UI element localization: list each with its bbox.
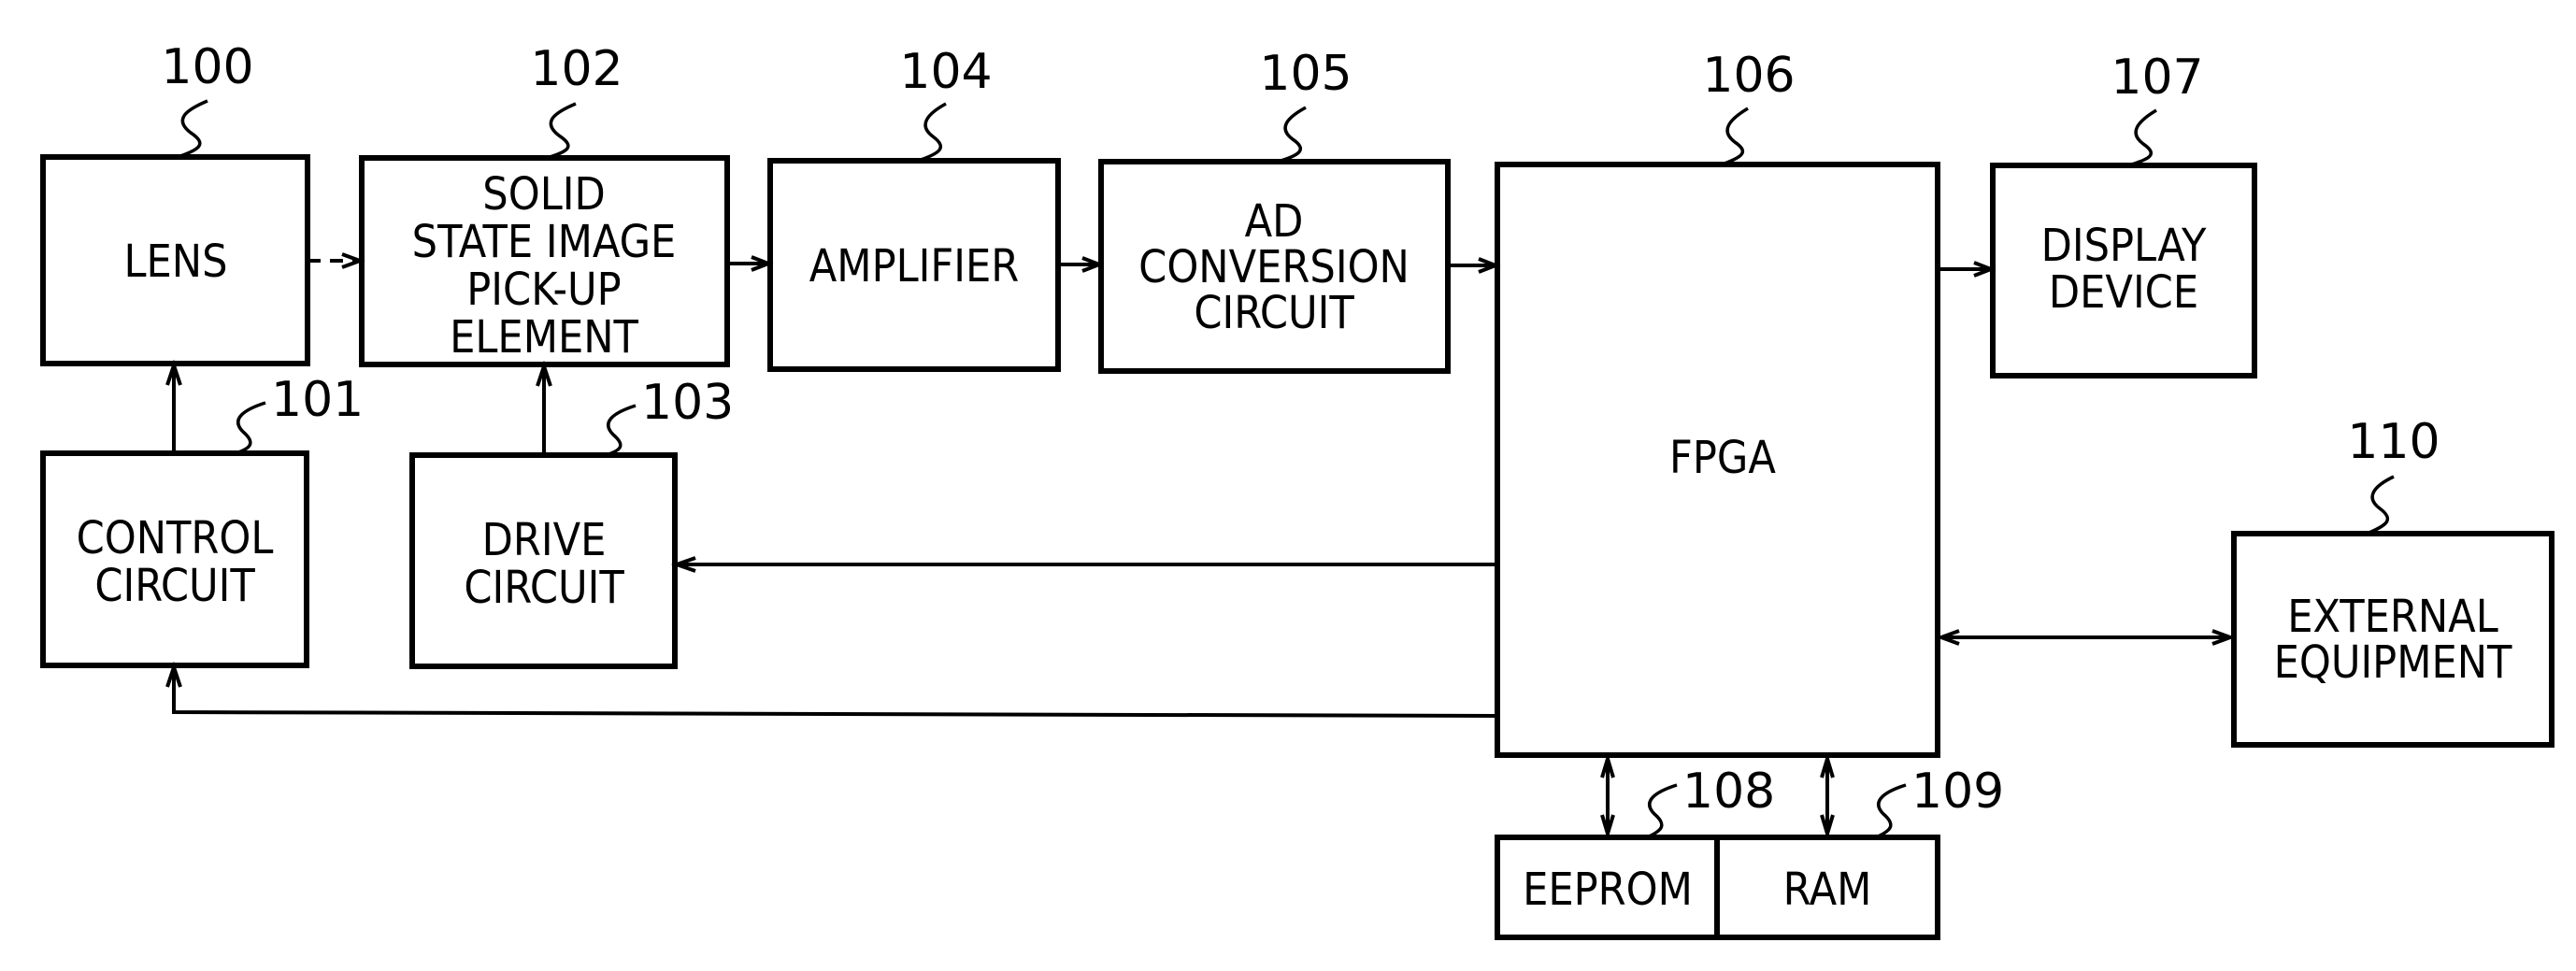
arrow-drive-to-sensor: [536, 360, 552, 455]
lens-label: LENS: [123, 236, 227, 288]
fpga-label: FPGA: [1669, 432, 1776, 484]
arrow-lens-to-sensor: [308, 252, 365, 269]
arrow-fpga-ram-bidirectional: [1820, 752, 1835, 840]
leader-squiggle: [235, 401, 266, 455]
display-label-line: DEVICE: [2049, 266, 2198, 319]
ref-104: 104: [899, 44, 993, 163]
ref-102: 102: [530, 41, 623, 160]
eeprom-label: EEPROM: [1523, 864, 1693, 916]
sensor-label-line: ELEMENT: [450, 311, 638, 364]
control-label-line: CIRCUIT: [94, 560, 255, 612]
ref-108: 108: [1646, 764, 1775, 839]
ref-100: 100: [161, 39, 254, 159]
ref-number: 100: [161, 39, 253, 95]
leader-squiggle: [917, 102, 947, 163]
external-label-line: EQUIPMENT: [2274, 636, 2512, 689]
ref-106: 106: [1702, 48, 1796, 166]
ref-number: 109: [1911, 764, 2004, 820]
ref-number: 102: [530, 41, 623, 97]
leader-squiggle: [177, 99, 208, 159]
fpga-label-line: FPGA: [1669, 432, 1776, 484]
block-diagram: LENS CONTROL CIRCUIT SOLID STATE IMAGE P…: [40, 39, 2555, 940]
ref-number: 110: [2347, 414, 2440, 470]
leader-squiggle: [1646, 783, 1678, 839]
external-label-line: EXTERNAL: [2287, 591, 2498, 643]
ref-109: 109: [1875, 764, 2004, 839]
ref-number: 101: [271, 372, 364, 428]
ref-number: 105: [1259, 46, 1352, 102]
drive-label-line: DRIVE: [482, 514, 607, 566]
ref-101: 101: [235, 372, 364, 455]
arrow-sensor-to-amplifier: [727, 255, 774, 272]
display-label-line: DISPLAY: [2041, 220, 2207, 272]
arrow-fpga-eeprom-bidirectional: [1600, 752, 1615, 840]
ref-number: 103: [641, 375, 734, 431]
adc-label-line: CONVERSION: [1138, 241, 1410, 293]
arrow-fpga-to-control: [165, 661, 1498, 718]
eeprom-label-line: EEPROM: [1523, 864, 1693, 916]
ref-107: 107: [2111, 50, 2204, 167]
leader-squiggle: [1721, 107, 1749, 166]
ref-105: 105: [1259, 46, 1352, 164]
drive-label: DRIVE CIRCUIT: [464, 514, 624, 614]
leader-squiggle: [2127, 108, 2157, 167]
leader-squiggle: [2366, 475, 2395, 535]
control-label: CONTROL CIRCUIT: [77, 512, 274, 612]
leader-squiggle: [605, 404, 637, 457]
sensor-label-line: STATE IMAGE: [412, 216, 677, 268]
ref-number: 108: [1682, 764, 1775, 820]
lens-label-line: LENS: [123, 236, 227, 288]
sensor-label-line: PICK-UP: [466, 264, 621, 316]
adc-label-line: AD: [1245, 195, 1304, 248]
ram-label: RAM: [1783, 864, 1872, 916]
ram-label-line: RAM: [1783, 864, 1872, 916]
ref-103: 103: [605, 375, 734, 457]
arrow-amplifier-to-adc: [1058, 256, 1105, 273]
sensor-label-line: SOLID: [482, 168, 605, 221]
leader-squiggle: [1277, 106, 1307, 164]
arrow-control-to-lens: [165, 359, 182, 453]
amplifier-label: AMPLIFIER: [809, 240, 1019, 293]
arrow-fpga-to-display: [1938, 261, 1996, 278]
drive-label-line: CIRCUIT: [464, 562, 624, 614]
ref-number: 107: [2111, 50, 2203, 106]
control-label-line: CONTROL: [77, 512, 274, 564]
display-label: DISPLAY DEVICE: [2041, 220, 2207, 319]
amplifier-label-line: AMPLIFIER: [809, 240, 1019, 293]
adc-label-line: CIRCUIT: [1194, 287, 1354, 339]
ref-number: 106: [1702, 48, 1795, 104]
arrow-fpga-external-bidirectional: [1936, 629, 2236, 646]
external-label: EXTERNAL EQUIPMENT: [2274, 591, 2512, 689]
arrow-fpga-to-drive: [670, 556, 1497, 573]
ref-110: 110: [2347, 414, 2440, 535]
ref-number: 104: [899, 44, 992, 100]
arrow-adc-to-fpga: [1448, 257, 1501, 274]
leader-squiggle: [1875, 783, 1907, 839]
leader-squiggle: [546, 102, 577, 160]
